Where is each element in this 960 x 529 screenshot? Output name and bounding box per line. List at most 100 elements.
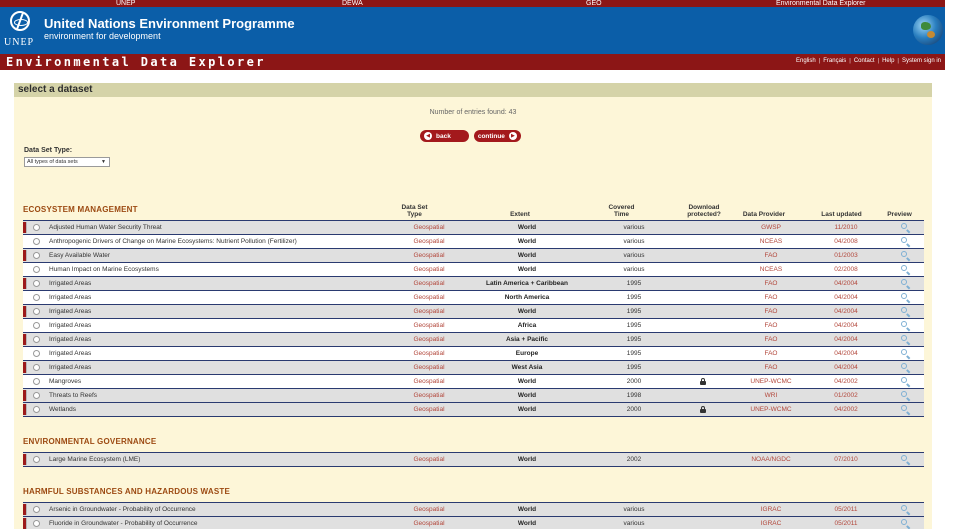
- magnifier-icon: [901, 363, 907, 369]
- row-select-radio[interactable]: [33, 456, 40, 463]
- dataset-name[interactable]: Irrigated Areas: [49, 350, 91, 358]
- dataset-name[interactable]: Irrigated Areas: [49, 280, 91, 288]
- dataset-name[interactable]: Easy Available Water: [49, 252, 110, 260]
- dataset-updated: 01/2003: [834, 252, 858, 259]
- row-select-radio[interactable]: [33, 322, 40, 329]
- table-row[interactable]: Fluoride in Groundwater - Probability of…: [23, 517, 924, 529]
- table-row[interactable]: Anthropogenic Drivers of Change on Marin…: [23, 235, 924, 249]
- link-sign-in[interactable]: System sign in: [902, 58, 941, 64]
- row-select-radio[interactable]: [33, 520, 40, 527]
- row-select-radio[interactable]: [33, 266, 40, 273]
- dataset-name[interactable]: Threats to Reefs: [49, 392, 97, 400]
- preview-button[interactable]: [898, 306, 910, 317]
- back-button[interactable]: ◀ back: [420, 130, 469, 142]
- page-scrollbar[interactable]: [945, 0, 960, 529]
- link-english[interactable]: English: [796, 58, 816, 64]
- preview-button[interactable]: [898, 362, 910, 373]
- back-label: back: [436, 132, 451, 140]
- preview-button[interactable]: [898, 454, 910, 465]
- link-francais[interactable]: Français: [823, 58, 846, 64]
- table-row[interactable]: Threats to Reefs Geospatial World 1998 WRI 01…: [23, 389, 924, 403]
- dataset-name[interactable]: Large Marine Ecosystem (LME): [49, 456, 140, 464]
- preview-button[interactable]: [898, 292, 910, 303]
- table-row[interactable]: Irrigated Areas Geospatial West Asia 1995 FA…: [23, 361, 924, 375]
- preview-button[interactable]: [898, 404, 910, 415]
- preview-button[interactable]: [898, 334, 910, 345]
- preview-button[interactable]: [898, 250, 910, 261]
- row-select-radio[interactable]: [33, 252, 40, 259]
- row-select-radio[interactable]: [33, 378, 40, 385]
- preview-button[interactable]: [898, 264, 910, 275]
- row-select-radio[interactable]: [33, 308, 40, 315]
- link-help[interactable]: Help: [882, 58, 894, 64]
- col-header-extent[interactable]: Extent: [480, 211, 560, 218]
- col-header-type[interactable]: Data Set Type: [397, 204, 432, 218]
- row-select-radio[interactable]: [33, 224, 40, 231]
- dataset-name[interactable]: Arsenic in Groundwater - Probability of …: [49, 506, 196, 514]
- table-row[interactable]: Irrigated Areas Geospatial Asia + Pacific 1…: [23, 333, 924, 347]
- dataset-name[interactable]: Irrigated Areas: [49, 336, 91, 344]
- preview-button[interactable]: [898, 278, 910, 289]
- dataset-type: Geospatial: [413, 392, 445, 399]
- preview-button[interactable]: [898, 348, 910, 359]
- dataset-name[interactable]: Adjusted Human Water Security Threat: [49, 224, 162, 232]
- table-row[interactable]: Human Impact on Marine Ecosystems Geospat…: [23, 263, 924, 277]
- table-row[interactable]: Irrigated Areas Geospatial Africa 1995 FAO 04…: [23, 319, 924, 333]
- dataset-name[interactable]: Irrigated Areas: [49, 322, 91, 330]
- table-row[interactable]: Arsenic in Groundwater - Probability of …: [23, 503, 924, 517]
- row-select-radio[interactable]: [33, 350, 40, 357]
- col-header-time[interactable]: Covered Time: [604, 204, 639, 218]
- magnifier-icon: [901, 335, 907, 341]
- link-contact[interactable]: Contact: [854, 58, 875, 64]
- row-select-radio[interactable]: [33, 280, 40, 287]
- topbar-link-unep[interactable]: UNEP: [116, 0, 135, 7]
- dataset-name[interactable]: Irrigated Areas: [49, 364, 91, 372]
- dataset-type-select[interactable]: All types of data sets ▼: [24, 157, 110, 167]
- table-row[interactable]: Irrigated Areas Geospatial World 1995 FAO 04/…: [23, 305, 924, 319]
- dataset-name[interactable]: Human Impact on Marine Ecosystems: [49, 266, 159, 274]
- preview-button[interactable]: [898, 320, 910, 331]
- table-row[interactable]: Large Marine Ecosystem (LME) Geospatial Wo…: [23, 453, 924, 467]
- row-select-radio[interactable]: [33, 336, 40, 343]
- table-row[interactable]: Wetlands Geospatial World 2000 UNEP-WCMC 04/2…: [23, 403, 924, 417]
- chevron-down-icon: ▼: [101, 159, 106, 165]
- row-select-radio[interactable]: [33, 364, 40, 371]
- preview-button[interactable]: [898, 518, 910, 529]
- dataset-type: Geospatial: [413, 308, 445, 315]
- dataset-name[interactable]: Mangroves: [49, 378, 81, 386]
- preview-button[interactable]: [898, 236, 910, 247]
- table-row[interactable]: Easy Available Water Geospatial World vario…: [23, 249, 924, 263]
- dataset-name[interactable]: Wetlands: [49, 406, 76, 414]
- topbar-link-explorer[interactable]: Environmental Data Explorer: [776, 0, 866, 7]
- row-select-radio[interactable]: [33, 294, 40, 301]
- organization-subtitle: environment for development: [44, 31, 161, 41]
- col-header-provider[interactable]: Data Provider: [734, 211, 794, 218]
- topbar-link-dewa[interactable]: DEWA: [342, 0, 363, 7]
- preview-button[interactable]: [898, 390, 910, 401]
- table-row[interactable]: Mangroves Geospatial World 2000 UNEP-WCMC 04/…: [23, 375, 924, 389]
- row-select-radio[interactable]: [33, 406, 40, 413]
- table-row[interactable]: Adjusted Human Water Security Threat Geos…: [23, 221, 924, 235]
- table-row[interactable]: Irrigated Areas Geospatial Europe 1995 FAO 04…: [23, 347, 924, 361]
- dataset-name[interactable]: Irrigated Areas: [49, 294, 91, 302]
- col-header-updated[interactable]: Last updated: [819, 211, 864, 218]
- col-header-preview[interactable]: Preview: [882, 211, 917, 218]
- dataset-provider: UNEP-WCMC: [750, 378, 792, 385]
- table-row[interactable]: Irrigated Areas Geospatial North America 19…: [23, 291, 924, 305]
- preview-button[interactable]: [898, 222, 910, 233]
- dataset-name[interactable]: Irrigated Areas: [49, 308, 91, 316]
- magnifier-icon: [901, 349, 907, 355]
- row-select-radio[interactable]: [33, 506, 40, 513]
- row-select-radio[interactable]: [33, 238, 40, 245]
- continue-button[interactable]: continue ▶: [473, 130, 521, 142]
- unep-logo[interactable]: UNEP: [4, 11, 36, 49]
- magnifier-icon: [901, 391, 907, 397]
- topbar-link-geo[interactable]: GEO: [586, 0, 602, 7]
- row-select-radio[interactable]: [33, 392, 40, 399]
- col-header-download[interactable]: Download protected?: [674, 204, 734, 218]
- dataset-name[interactable]: Anthropogenic Drivers of Change on Marin…: [49, 238, 297, 246]
- preview-button[interactable]: [898, 376, 910, 387]
- dataset-name[interactable]: Fluoride in Groundwater - Probability of…: [49, 520, 197, 528]
- preview-button[interactable]: [898, 504, 910, 515]
- table-row[interactable]: Irrigated Areas Geospatial Latin America +…: [23, 277, 924, 291]
